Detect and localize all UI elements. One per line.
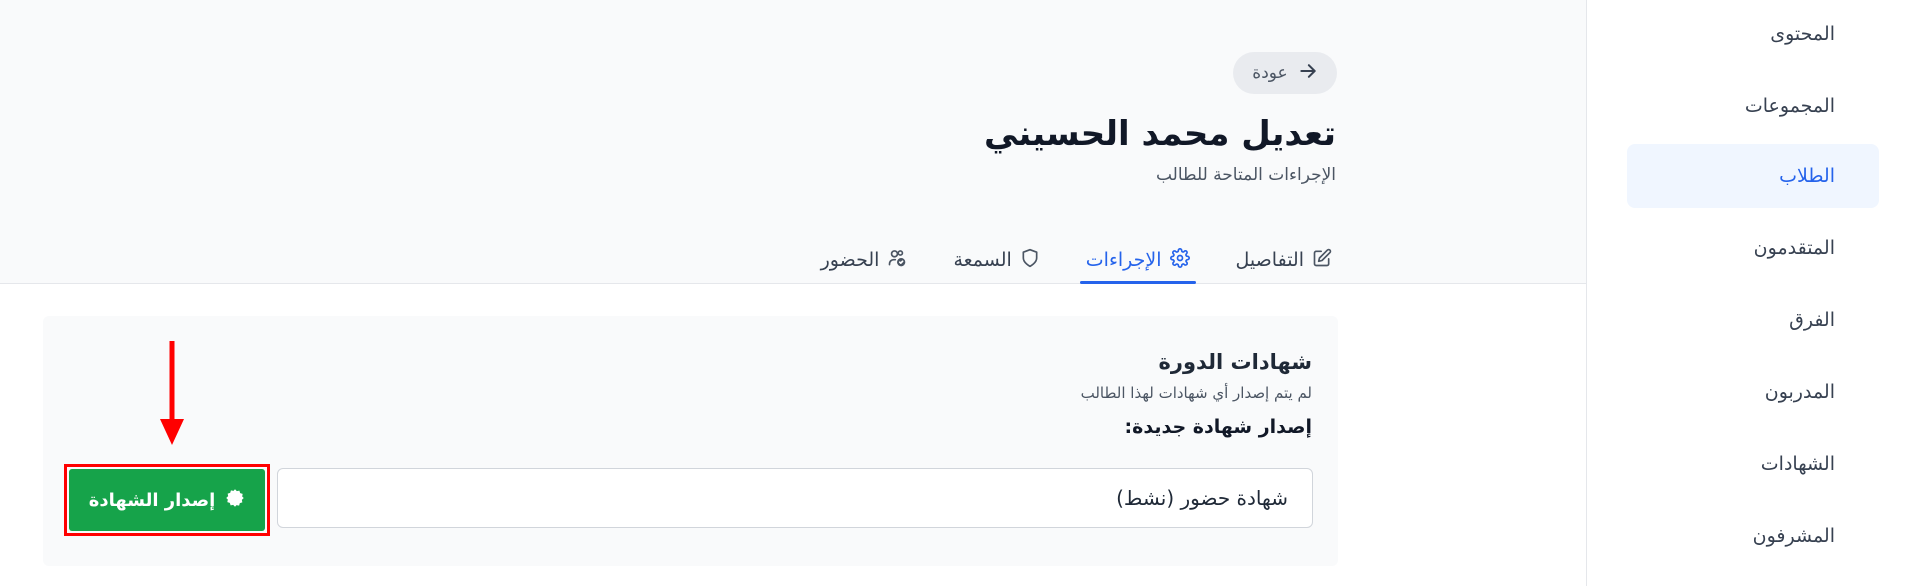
tab-label: التفاصيل (1235, 249, 1304, 271)
sidebar-item-supervisors[interactable]: المشرفون (1627, 504, 1879, 568)
main-content: عودة تعديل محمد الحسيني الإجراءات المتاح… (0, 0, 1586, 586)
tab-bar: التفاصيل الإجراءات السمعة الحضور (781, 236, 1338, 284)
back-label: عودة (1252, 63, 1288, 83)
arrow-right-icon (1298, 61, 1318, 86)
tab-attendance[interactable]: الحضور (815, 236, 914, 284)
sidebar-item-trainers[interactable]: المدربون (1627, 360, 1879, 424)
edit-icon (1312, 248, 1332, 273)
certificates-title: شهادات الدورة (1158, 350, 1312, 374)
sidebar-item-students[interactable]: الطلاب (1627, 144, 1879, 208)
sidebar-item-label: المتقدمون (1753, 237, 1835, 259)
back-button[interactable]: عودة (1233, 52, 1337, 94)
issue-certificate-button[interactable]: إصدار الشهادة (69, 469, 265, 531)
tab-label: السمعة (953, 249, 1012, 271)
certificate-select[interactable]: شهادة حضور (نشط) (277, 468, 1313, 528)
sidebar-item-groups[interactable]: المجموعات (1627, 74, 1879, 138)
page-title: تعديل محمد الحسيني (983, 114, 1336, 154)
new-certificate-label: إصدار شهادة جديدة: (1124, 416, 1312, 438)
page-header: عودة تعديل محمد الحسيني الإجراءات المتاح… (0, 0, 1586, 284)
sidebar-item-teams[interactable]: الفرق (1627, 288, 1879, 352)
tab-label: الإجراءات (1085, 249, 1162, 271)
page-subtitle: الإجراءات المتاحة للطالب (1155, 165, 1336, 185)
sidebar-item-label: الفرق (1789, 309, 1835, 331)
sidebar: المحتوى المجموعات الطلاب المتقدمون الفرق… (1586, 0, 1918, 586)
tab-details[interactable]: التفاصيل (1230, 236, 1338, 284)
sidebar-item-applicants[interactable]: المتقدمون (1627, 216, 1879, 280)
sidebar-item-label: المدربون (1764, 381, 1835, 403)
sidebar-item-content[interactable]: المحتوى (1627, 2, 1879, 66)
tab-actions[interactable]: الإجراءات (1079, 236, 1196, 284)
shield-icon (1020, 248, 1040, 273)
certificate-select-value: شهادة حضور (نشط) (1116, 486, 1288, 510)
red-arrow-annotation (160, 341, 184, 445)
no-certificates-note: لم يتم إصدار أي شهادات لهذا الطالب (1080, 384, 1312, 402)
sidebar-item-label: الطلاب (1779, 165, 1835, 187)
tab-label: الحضور (820, 249, 880, 271)
issue-button-label: إصدار الشهادة (88, 489, 216, 511)
sidebar-item-label: المحتوى (1770, 23, 1835, 45)
users-check-icon (887, 248, 907, 273)
badge-icon (225, 488, 245, 513)
sidebar-item-label: المشرفون (1752, 525, 1835, 547)
sidebar-item-label: الشهادات (1760, 453, 1835, 475)
sidebar-item-label: المجموعات (1744, 95, 1835, 117)
gear-icon (1169, 247, 1190, 273)
tab-reputation[interactable]: السمعة (947, 236, 1045, 284)
sidebar-item-certificates[interactable]: الشهادات (1627, 432, 1879, 496)
